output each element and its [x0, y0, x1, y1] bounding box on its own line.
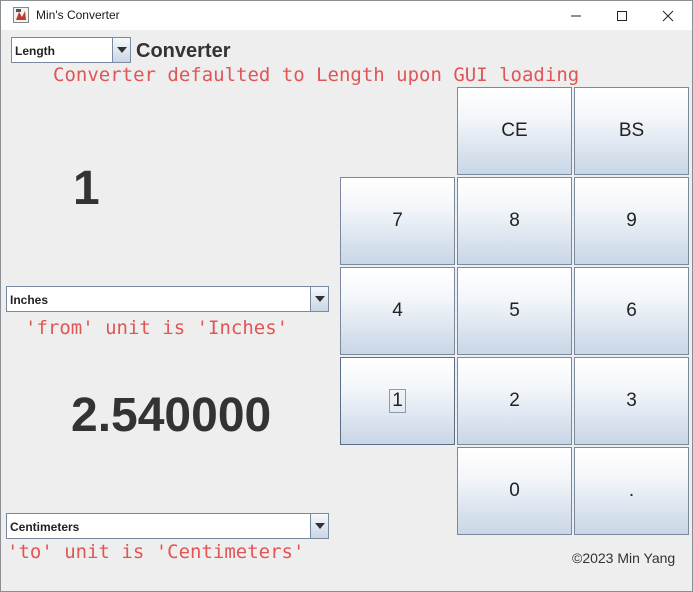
- close-button[interactable]: [645, 1, 691, 30]
- chevron-down-icon: [315, 296, 325, 302]
- from-unit-value: Inches: [10, 293, 49, 307]
- key-label: 5: [509, 300, 520, 321]
- copyright-text: ©2023 Min Yang: [572, 550, 676, 566]
- key-label: .: [628, 480, 635, 501]
- key-label: 7: [392, 210, 403, 231]
- input-value-display: 1: [73, 162, 100, 215]
- annotation-from-unit: 'from' unit is 'Inches': [25, 317, 289, 339]
- digit-7-button[interactable]: 7: [340, 177, 455, 265]
- to-unit-select[interactable]: Centimeters: [6, 513, 329, 539]
- key-label: 3: [626, 390, 637, 411]
- key-label: 4: [392, 300, 403, 321]
- digit-5-button[interactable]: 5: [457, 267, 572, 355]
- converter-label: Converter: [136, 40, 231, 62]
- digit-4-button[interactable]: 4: [340, 267, 455, 355]
- digit-3-button[interactable]: 3: [574, 357, 689, 445]
- from-unit-dropdown-button[interactable]: [310, 286, 329, 312]
- digit-6-button[interactable]: 6: [574, 267, 689, 355]
- to-unit-value: Centimeters: [10, 520, 80, 534]
- converter-type-dropdown-button[interactable]: [112, 37, 131, 63]
- maximize-button[interactable]: [599, 1, 645, 30]
- decimal-point-button[interactable]: .: [574, 447, 689, 535]
- chevron-down-icon: [315, 523, 325, 529]
- key-label: 2: [509, 390, 520, 411]
- minimize-icon: [571, 15, 581, 16]
- key-label: 9: [626, 210, 637, 231]
- chevron-down-icon: [117, 47, 127, 53]
- digit-1-button[interactable]: 1: [340, 357, 455, 445]
- digit-2-button[interactable]: 2: [457, 357, 572, 445]
- annotation-defaulted: Converter defaulted to Length upon GUI l…: [53, 64, 580, 86]
- title-bar: Min's Converter: [1, 1, 692, 30]
- converter-window: Min's Converter Length Converter Convert…: [0, 0, 693, 592]
- minimize-button[interactable]: [553, 1, 599, 30]
- to-unit-dropdown-button[interactable]: [310, 513, 329, 539]
- converter-type-value: Length: [15, 44, 55, 58]
- annotation-to-unit: 'to' unit is 'Centimeters': [7, 541, 305, 563]
- key-label: 1: [389, 389, 406, 413]
- clear-entry-button[interactable]: CE: [457, 87, 572, 175]
- digit-8-button[interactable]: 8: [457, 177, 572, 265]
- key-label: CE: [501, 120, 528, 141]
- digit-0-button[interactable]: 0: [457, 447, 572, 535]
- digit-9-button[interactable]: 9: [574, 177, 689, 265]
- from-unit-select[interactable]: Inches: [6, 286, 329, 312]
- backspace-button[interactable]: BS: [574, 87, 689, 175]
- key-label: BS: [618, 120, 645, 141]
- key-label: 6: [626, 300, 637, 321]
- java-app-icon: [13, 7, 29, 23]
- key-label: 8: [509, 210, 520, 231]
- close-icon: [662, 10, 674, 21]
- key-label: 0: [509, 480, 520, 501]
- window-title: Min's Converter: [36, 8, 120, 22]
- maximize-icon: [617, 10, 627, 21]
- output-value-display: 2.540000: [71, 389, 272, 442]
- converter-type-select[interactable]: Length: [11, 37, 131, 63]
